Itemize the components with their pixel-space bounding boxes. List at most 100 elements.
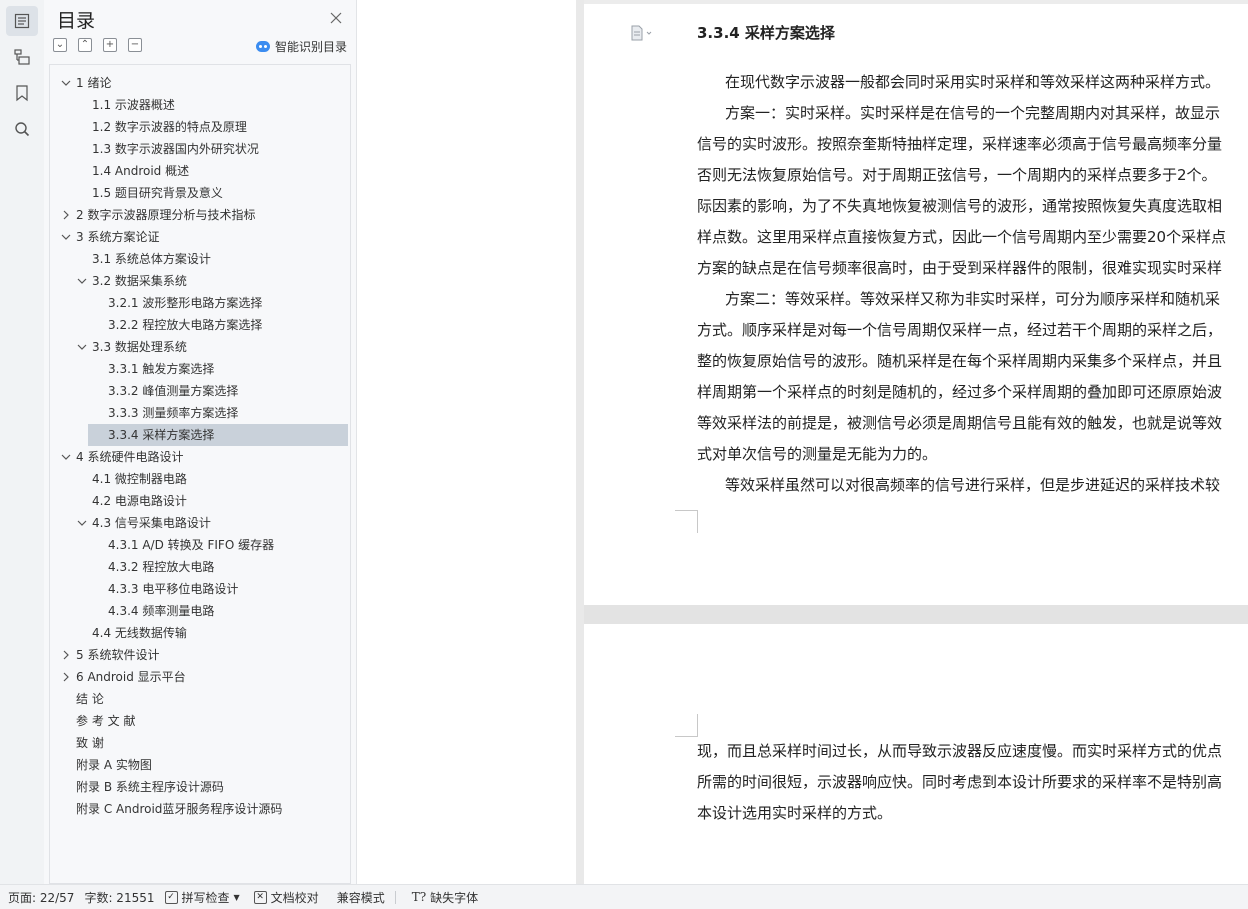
toc-item-label: 4.3.2 程控放大电路	[108, 560, 215, 574]
proofread-button[interactable]: ✕ 文档校对	[253, 889, 319, 906]
body-text-line[interactable]: 等效采样法的前提是，被测信号必须是周期信号且能有效的触发，也就是说等效	[697, 408, 1248, 439]
toc-item[interactable]: 3.3 数据处理系统	[50, 336, 348, 358]
toc-item[interactable]: 4.3 信号采集电路设计	[50, 512, 348, 534]
body-text-line[interactable]: 整的恢复原始信号的波形。随机采样是在每个采样周期内采集多个采样点，并且	[697, 346, 1248, 377]
toc-item-label: 3.2.2 程控放大电路方案选择	[108, 318, 263, 332]
toc-item-label: 4.3.1 A/D 转换及 FIFO 缓存器	[108, 538, 275, 552]
toc-item[interactable]: 2 数字示波器原理分析与技术指标	[50, 204, 348, 226]
compat-mode: 兼容模式	[337, 889, 385, 906]
navigation-tree-button[interactable]	[6, 42, 38, 72]
toc-item[interactable]: 4.3.3 电平移位电路设计	[50, 578, 348, 600]
toc-item-label: 致 谢	[76, 736, 104, 750]
toc-item-label: 3.1 系统总体方案设计	[92, 252, 211, 266]
body-text-line[interactable]: 式对单次信号的测量是无能为力的。	[697, 439, 1248, 470]
toc-item[interactable]: 3.2.1 波形整形电路方案选择	[50, 292, 348, 314]
body-text-line[interactable]: 否则无法恢复原始信号。对于周期正弦信号，一个周期内的采样点要多于2个。	[697, 160, 1248, 191]
search-icon	[15, 122, 30, 137]
toc-item[interactable]: 3.3.4 采样方案选择	[88, 424, 348, 446]
toc-item[interactable]: 3.3.2 峰值测量方案选择	[50, 380, 348, 402]
word-count[interactable]: 字数: 21551	[84, 889, 154, 906]
proofread-icon: ✕	[253, 890, 267, 904]
chevron-down-icon[interactable]	[60, 72, 72, 94]
toc-item[interactable]: 1.4 Android 概述	[50, 160, 348, 182]
body-text-line[interactable]: 样周期第一个采样点的时刻是随机的，经过多个采样周期的叠加即可还原原始波	[697, 377, 1248, 408]
toc-item[interactable]: 附录 B 系统主程序设计源码	[50, 776, 348, 798]
chevron-right-icon[interactable]	[60, 644, 72, 666]
toc-item[interactable]: 1.2 数字示波器的特点及原理	[50, 116, 348, 138]
smart-recognize-button[interactable]: 智能识别目录	[256, 38, 347, 55]
toc-item-label: 1.2 数字示波器的特点及原理	[92, 120, 247, 134]
toc-toolbar: ⌄ ⌃ + −	[53, 38, 142, 52]
body-text-line[interactable]: 方式。顺序采样是对每一个信号周期仅采样一点，经过若干个周期的采样之后，	[697, 315, 1248, 346]
chevron-down-icon[interactable]	[60, 446, 72, 468]
bookmark-button[interactable]	[6, 78, 38, 108]
toc-item[interactable]: 6 Android 显示平台	[50, 666, 348, 688]
paragraph-menu-icon[interactable]	[630, 25, 652, 41]
toc-item[interactable]: 3 系统方案论证	[50, 226, 348, 248]
body-text-line[interactable]: 际因素的影响，为了不失真地恢复被测信号的波形，通常按照恢复失真度选取相	[697, 191, 1248, 222]
toc-item-label: 附录 B 系统主程序设计源码	[76, 780, 224, 794]
expand-all-button[interactable]: ⌃	[78, 38, 92, 52]
missing-fonts-button[interactable]: T? 缺失字体	[412, 889, 478, 906]
toc-item[interactable]: 附录 C Android蓝牙服务程序设计源码	[50, 798, 348, 820]
body-text-line[interactable]: 方案一：实时采样。实时采样是在信号的一个完整周期内对其采样，故显示	[697, 98, 1248, 129]
toc-list: 1 绪论 1.1 示波器概述 1.2 数字示波器的特点及原理 1.3 数字示波器国内外…	[50, 72, 348, 820]
body-text-line[interactable]: 本设计选用实时采样的方式。	[697, 798, 1248, 829]
body-text-line[interactable]: 等效采样虽然可以对很高频率的信号进行采样，但是步进延迟的采样技术较	[697, 470, 1248, 501]
toc-item[interactable]: 4.3.4 频率测量电路	[50, 600, 348, 622]
chevron-down-icon[interactable]	[76, 270, 88, 292]
body-text-line[interactable]: 方案二：等效采样。等效采样又称为非实时采样，可分为顺序采样和随机采	[697, 284, 1248, 315]
toc-item[interactable]: 4 系统硬件电路设计	[50, 446, 348, 468]
toc-item[interactable]: 3.3.3 测量频率方案选择	[50, 402, 348, 424]
chevron-down-icon[interactable]	[60, 226, 72, 248]
toc-item[interactable]: 1.1 示波器概述	[50, 94, 348, 116]
toc-tree: 1 绪论 1.1 示波器概述 1.2 数字示波器的特点及原理 1.3 数字示波器国内外…	[49, 64, 351, 884]
toc-item[interactable]: 附录 A 实物图	[50, 754, 348, 776]
page-indicator[interactable]: 页面: 22/57	[8, 889, 74, 906]
toc-item[interactable]: 结 论	[50, 688, 348, 710]
chevron-right-icon[interactable]	[60, 204, 72, 226]
chevron-down-icon[interactable]	[76, 336, 88, 358]
toc-item[interactable]: 参 考 文 献	[50, 710, 348, 732]
body-text-line[interactable]: 方案的缺点是在信号频率很高时，由于受到采样器件的限制，很难实现实时采样	[697, 253, 1248, 284]
toc-item[interactable]: 致 谢	[50, 732, 348, 754]
toc-item[interactable]: 4.3.1 A/D 转换及 FIFO 缓存器	[50, 534, 348, 556]
body-text-line[interactable]: 信号的实时波形。按照奈奎斯特抽样定理，采样速率必须高于信号最高频率分量	[697, 129, 1248, 160]
toc-item[interactable]: 4.1 微控制器电路	[50, 468, 348, 490]
proofread-label: 文档校对	[270, 890, 319, 905]
toc-item[interactable]: 4.4 无线数据传输	[50, 622, 348, 644]
toc-item-label: 1.5 题目研究背景及意义	[92, 186, 223, 200]
toc-item[interactable]: 3.2 数据采集系统	[50, 270, 348, 292]
body-text-line[interactable]: 在现代数字示波器一般都会同时采用实时采样和等效采样这两种采样方式。	[697, 67, 1248, 98]
toc-item[interactable]: 4.2 电源电路设计	[50, 490, 348, 512]
page-shadow	[576, 0, 584, 884]
promote-level-button[interactable]: +	[103, 38, 117, 52]
toc-item[interactable]: 5 系统软件设计	[50, 644, 348, 666]
toc-item[interactable]: 3.2.2 程控放大电路方案选择	[50, 314, 348, 336]
section-heading[interactable]: 3.3.4 采样方案选择	[697, 22, 835, 43]
toc-item-label: 4.3 信号采集电路设计	[92, 516, 211, 530]
toc-item-label: 参 考 文 献	[76, 714, 136, 728]
body-text-line[interactable]: 现，而且总采样时间过长，从而导致示波器反应速度慢。而实时采样方式的优点	[697, 736, 1248, 767]
toc-item-label: 6 Android 显示平台	[76, 670, 186, 684]
demote-level-button[interactable]: −	[128, 38, 142, 52]
chevron-down-icon[interactable]	[76, 512, 88, 534]
collapse-all-button[interactable]: ⌄	[53, 38, 67, 52]
toc-item[interactable]: 3.1 系统总体方案设计	[50, 248, 348, 270]
toc-item-label: 附录 C Android蓝牙服务程序设计源码	[76, 802, 283, 816]
toc-item[interactable]: 1 绪论	[50, 72, 348, 94]
toc-panel-button[interactable]	[6, 6, 38, 36]
page-corner-mark	[675, 510, 698, 533]
toc-item[interactable]: 4.3.2 程控放大电路	[50, 556, 348, 578]
chevron-right-icon[interactable]	[60, 666, 72, 688]
toc-item[interactable]: 1.3 数字示波器国内外研究状况	[50, 138, 348, 160]
toc-item-label: 3 系统方案论证	[76, 230, 160, 244]
body-text-line[interactable]: 样点数。这里用采样点直接恢复方式，因此一个信号周期内至少需要20个采样点	[697, 222, 1248, 253]
close-icon[interactable]	[328, 10, 344, 26]
search-button[interactable]	[6, 114, 38, 144]
spell-check-toggle[interactable]: ✓ 拼写检查 ▼	[164, 889, 240, 906]
body-text-line[interactable]: 所需的时间很短，示波器响应快。同时考虑到本设计所要求的采样率不是特别高	[697, 767, 1248, 798]
compat-mode-label: 兼容模式	[336, 890, 385, 905]
toc-item[interactable]: 1.5 题目研究背景及意义	[50, 182, 348, 204]
toc-item[interactable]: 3.3.1 触发方案选择	[50, 358, 348, 380]
